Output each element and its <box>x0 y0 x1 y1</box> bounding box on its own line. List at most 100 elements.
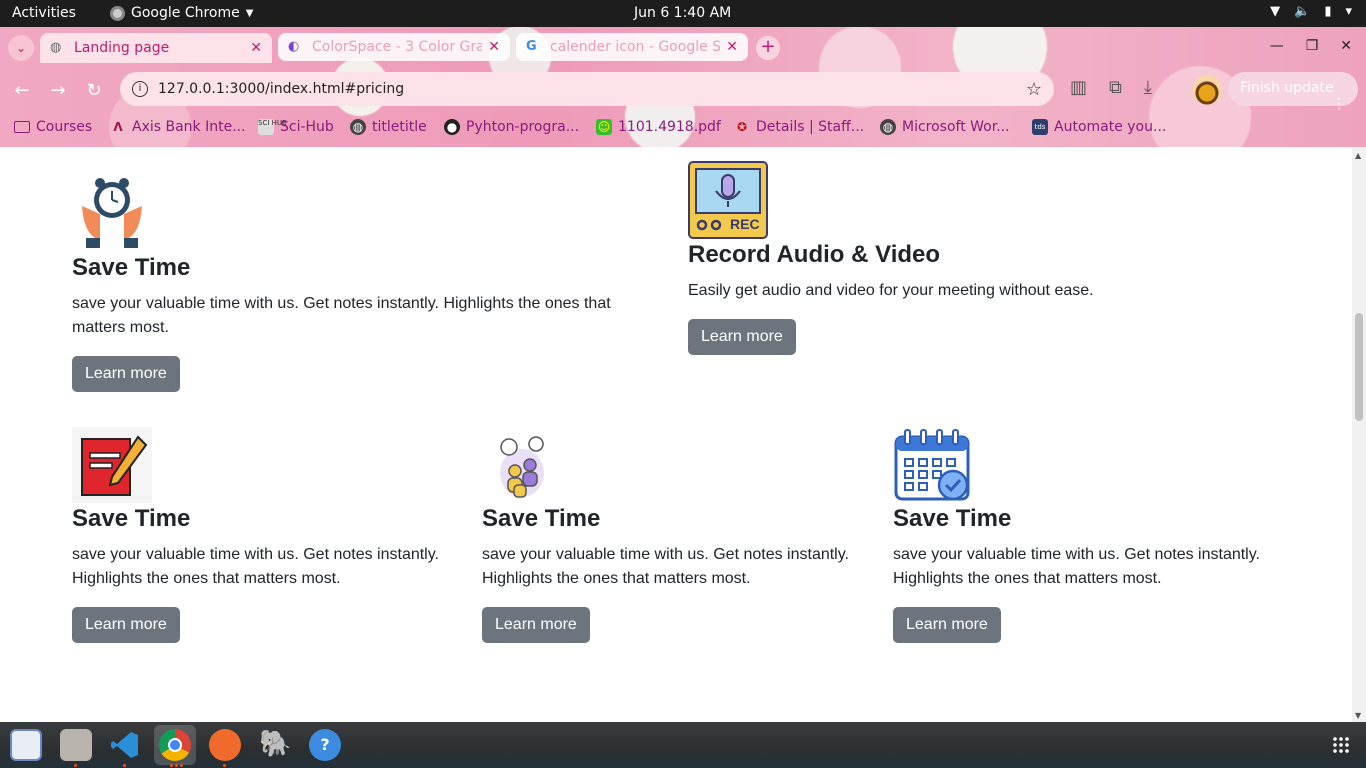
learn-more-button[interactable]: Learn more <box>688 319 796 355</box>
close-icon[interactable]: ✕ <box>726 39 738 55</box>
globe-icon: ◍ <box>50 40 62 55</box>
vscode-icon[interactable] <box>109 729 141 761</box>
scroll-up-icon[interactable]: ▲ <box>1355 151 1361 160</box>
download-icon[interactable]: ⤓ <box>1144 77 1152 98</box>
tab-landing-page[interactable]: ◍ Landing page ✕ <box>40 33 272 63</box>
bookmarks-bar: Courses Λ Axis Bank Inte... SCI HUB Sci-… <box>0 115 1366 143</box>
chrome-icon <box>110 5 125 21</box>
puzzle-icon[interactable]: ⧉ <box>1109 77 1122 98</box>
bookmark-sci-hub[interactable]: SCI HUB Sci-Hub <box>258 119 334 135</box>
show-apps-grid-icon[interactable] <box>1332 736 1350 754</box>
google-icon: G <box>526 39 537 54</box>
bookmark-axis-bank[interactable]: Λ Axis Bank Inte... <box>110 119 245 135</box>
github-icon: ● <box>444 119 460 135</box>
learn-more-button[interactable]: Learn more <box>893 607 1001 643</box>
bookmark-label: Details | Staff... <box>756 119 865 135</box>
alarm-clock-icon <box>72 176 152 252</box>
globe-icon: ◍ <box>350 119 366 135</box>
star-icon[interactable]: ☆ <box>1026 79 1042 100</box>
url-text[interactable]: 127.0.0.1:3000/index.html#pricing <box>158 81 1026 97</box>
bookmark-label: Pyhton-progra... <box>466 119 580 135</box>
activities-button[interactable]: Activities <box>12 5 76 21</box>
forward-arrow-icon[interactable]: → <box>44 77 72 105</box>
bookmark-label: 1101.4918.pdf <box>618 119 721 135</box>
restore-icon[interactable]: ❐ <box>1306 38 1319 54</box>
help-icon[interactable]: ? <box>309 729 341 761</box>
folder-icon <box>14 121 30 133</box>
caret-down-icon: ▼ <box>245 7 254 19</box>
axis-icon: Λ <box>113 120 123 134</box>
close-icon[interactable]: ✕ <box>250 40 262 56</box>
clock[interactable]: Jun 6 1:40 AM <box>634 5 731 21</box>
learn-more-button[interactable]: Learn more <box>72 356 180 392</box>
bookmark-automate[interactable]: tds Automate you... <box>1032 119 1166 135</box>
smiley-icon: ☺ <box>596 119 612 135</box>
finish-update-label: Finish update <box>1240 80 1334 96</box>
feature-title: Record Audio & Video <box>688 241 941 268</box>
caret-down-icon[interactable]: ▾ <box>1345 4 1352 19</box>
system-tray[interactable]: ▼ 🔈 ▮ ▾ <box>1270 4 1352 19</box>
calendar-check-icon <box>893 427 973 503</box>
bookmark-courses[interactable]: Courses <box>14 119 92 135</box>
running-indicator <box>170 764 173 767</box>
bookmark-label: Courses <box>36 119 93 135</box>
bookmark-details-staff[interactable]: ✪ Details | Staff... <box>734 119 864 135</box>
learn-more-button[interactable]: Learn more <box>482 607 590 643</box>
feature-card: Save Time save your valuable time with u… <box>482 427 872 643</box>
new-tab-button[interactable]: + <box>756 36 780 60</box>
back-arrow-icon[interactable]: ← <box>8 77 36 105</box>
kebab-menu-icon[interactable]: ⋮ <box>1332 96 1346 112</box>
people-chat-icon <box>482 427 562 503</box>
app-menu[interactable]: Google Chrome ▼ <box>110 5 253 21</box>
feature-card: REC Record Audio & Video Easily get audi… <box>688 161 1248 355</box>
globe-icon: ◍ <box>880 119 896 135</box>
feature-text: save your valuable time with us. Get not… <box>72 295 611 336</box>
feature-card: Save Time save your valuable time with u… <box>72 427 462 643</box>
browser-chrome: ⌄ ◍ Landing page ✕ ◐ ColorSpace - 3 Colo… <box>0 27 1366 147</box>
scihub-icon: SCI HUB <box>258 119 287 135</box>
address-bar[interactable]: i 127.0.0.1:3000/index.html#pricing ☆ <box>120 72 1054 106</box>
postman-icon[interactable] <box>209 729 241 761</box>
finish-update-button[interactable]: Finish update ⋮ <box>1228 72 1358 112</box>
tab-title: ColorSpace - 3 Color Gra <box>312 39 483 55</box>
feature-card: Save Time save your valuable time with u… <box>893 427 1293 643</box>
bookmark-label: titletitle <box>372 119 427 135</box>
tab-colorspace[interactable]: ◐ ColorSpace - 3 Color Gra ✕ <box>278 33 510 61</box>
tab-search-button[interactable]: ⌄ <box>8 35 34 61</box>
info-icon[interactable]: i <box>132 81 148 97</box>
extensions-area: ▥ ⧉ ⤓ <box>1070 77 1152 98</box>
bookmark-label: Sci-Hub <box>280 119 334 135</box>
profile-avatar[interactable] <box>1192 75 1222 105</box>
scroll-down-icon[interactable]: ▼ <box>1355 711 1361 720</box>
scrollbar-thumb[interactable] <box>1355 313 1363 421</box>
tab-calender-icon[interactable]: G calender icon - Google S ✕ <box>516 33 748 61</box>
bookmark-pyhton-programs[interactable]: ● Pyhton-progra... <box>444 119 579 135</box>
close-window-icon[interactable]: ✕ <box>1340 38 1352 54</box>
volume-icon[interactable]: 🔈 <box>1294 4 1310 19</box>
chrome-app-icon[interactable] <box>159 729 191 761</box>
running-indicator <box>123 764 126 767</box>
feature-title: Save Time <box>482 505 601 532</box>
minimize-icon[interactable]: — <box>1270 38 1284 54</box>
wifi-icon[interactable]: ▼ <box>1270 4 1280 19</box>
tds-icon: tds <box>1032 119 1048 135</box>
chart-extension-icon[interactable]: ▥ <box>1070 77 1087 98</box>
files-icon[interactable] <box>60 729 92 761</box>
notebook-pencil-icon <box>72 427 152 503</box>
tab-strip: ⌄ ◍ Landing page ✕ ◐ ColorSpace - 3 Colo… <box>0 32 1366 63</box>
close-icon[interactable]: ✕ <box>488 39 500 55</box>
learn-more-button[interactable]: Learn more <box>72 607 180 643</box>
bookmark-label: Microsoft Wor... <box>902 119 1010 135</box>
bookmark-microsoft-word[interactable]: ◍ Microsoft Wor... <box>880 119 1010 135</box>
bookmark-titletitle[interactable]: ◍ titletitle <box>350 119 427 135</box>
battery-icon[interactable]: ▮ <box>1324 4 1331 19</box>
bookmark-pdf[interactable]: ☺ 1101.4918.pdf <box>596 119 721 135</box>
app-menu-label: Google Chrome <box>131 5 240 21</box>
postgres-icon[interactable]: 🐘 <box>259 729 291 761</box>
text-editor-icon[interactable] <box>10 729 42 761</box>
page-scrollbar[interactable]: ▲ ▼ <box>1352 147 1366 722</box>
tab-title: Landing page <box>74 40 170 56</box>
system-top-bar: Activities Google Chrome ▼ Jun 6 1:40 AM… <box>0 0 1366 27</box>
reload-icon[interactable]: ↻ <box>80 77 108 105</box>
running-indicator <box>223 764 226 767</box>
